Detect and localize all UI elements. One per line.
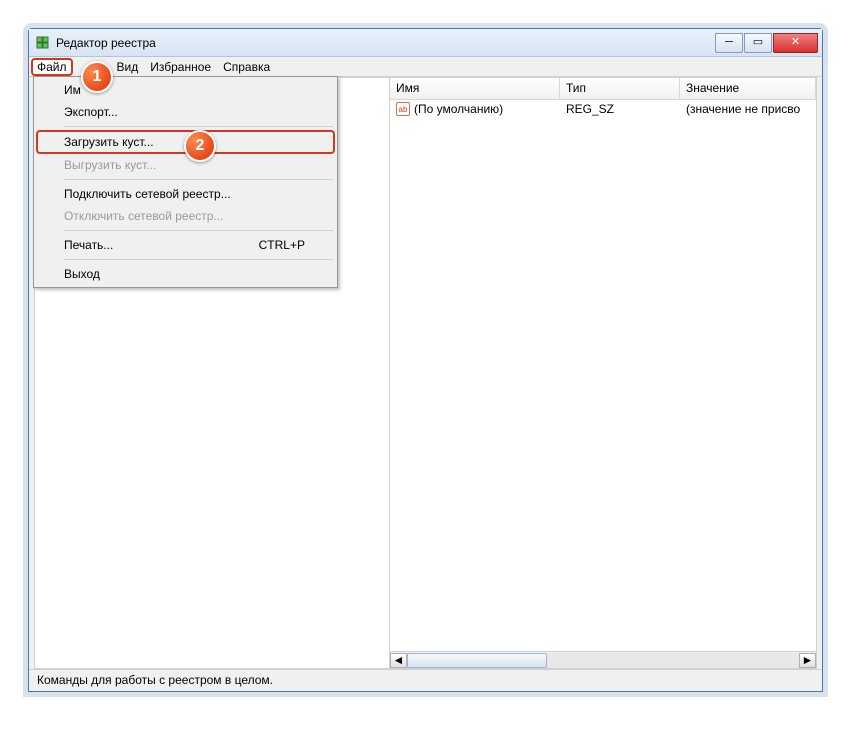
menu-file[interactable]: Файл xyxy=(31,58,73,76)
annotation-badge-1: 1 xyxy=(81,61,113,93)
close-button[interactable]: ✕ xyxy=(773,33,818,53)
file-menu-dropdown: Им Экспорт... Загрузить куст... Выгрузит… xyxy=(33,76,338,288)
row-value: (значение не присво xyxy=(680,102,816,116)
menu-separator xyxy=(64,259,333,260)
maximize-icon: ▭ xyxy=(753,37,763,48)
window-title: Редактор реестра xyxy=(56,36,714,50)
minimize-icon: ─ xyxy=(725,37,733,48)
maximize-button[interactable]: ▭ xyxy=(744,33,772,53)
minimize-button[interactable]: ─ xyxy=(715,33,743,53)
regedit-icon xyxy=(35,35,51,51)
row-name: (По умолчанию) xyxy=(414,102,503,116)
menu-separator xyxy=(64,230,333,231)
menu-item-exit[interactable]: Выход xyxy=(36,263,335,285)
list-pane: Имя Тип Значение ab (По умолчанию) REG_S… xyxy=(390,78,816,668)
annotation-badge-2: 2 xyxy=(184,130,216,162)
menu-separator xyxy=(64,179,333,180)
scroll-right-button[interactable]: ► xyxy=(799,653,816,668)
window-buttons: ─ ▭ ✕ xyxy=(714,33,818,53)
menu-item-connect-network[interactable]: Подключить сетевой реестр... xyxy=(36,183,335,205)
close-icon: ✕ xyxy=(791,37,800,48)
statusbar: Команды для работы с реестром в целом. xyxy=(29,669,822,691)
print-shortcut: CTRL+P xyxy=(259,238,305,252)
titlebar[interactable]: Редактор реестра ─ ▭ ✕ xyxy=(29,29,822,57)
menu-item-unload-hive: Выгрузить куст... xyxy=(36,154,335,176)
menu-view[interactable]: Вид xyxy=(111,58,145,76)
menu-help[interactable]: Справка xyxy=(217,58,276,76)
scroll-left-button[interactable]: ◄ xyxy=(390,653,407,668)
list-row[interactable]: ab (По умолчанию) REG_SZ (значение не пр… xyxy=(390,100,816,118)
list-body[interactable]: ab (По умолчанию) REG_SZ (значение не пр… xyxy=(390,100,816,651)
menu-item-disconnect-network: Отключить сетевой реестр... xyxy=(36,205,335,227)
col-header-name[interactable]: Имя xyxy=(390,78,560,99)
chevron-left-icon: ◄ xyxy=(393,653,405,667)
chevron-right-icon: ► xyxy=(802,653,814,667)
col-header-value[interactable]: Значение xyxy=(680,78,816,99)
scroll-track[interactable] xyxy=(407,653,799,668)
menu-item-import[interactable]: Им xyxy=(36,79,335,101)
menu-separator xyxy=(64,126,333,127)
menu-favorites[interactable]: Избранное xyxy=(144,58,217,76)
list-header: Имя Тип Значение xyxy=(390,78,816,100)
menu-item-print[interactable]: Печать... CTRL+P xyxy=(36,234,335,256)
col-header-type[interactable]: Тип xyxy=(560,78,680,99)
row-type: REG_SZ xyxy=(560,102,680,116)
scroll-thumb[interactable] xyxy=(407,653,547,668)
menu-item-export[interactable]: Экспорт... xyxy=(36,101,335,123)
string-value-icon: ab xyxy=(396,102,410,116)
horizontal-scrollbar[interactable]: ◄ ► xyxy=(390,651,816,668)
menubar: Файл Вид Избранное Справка xyxy=(29,57,822,77)
